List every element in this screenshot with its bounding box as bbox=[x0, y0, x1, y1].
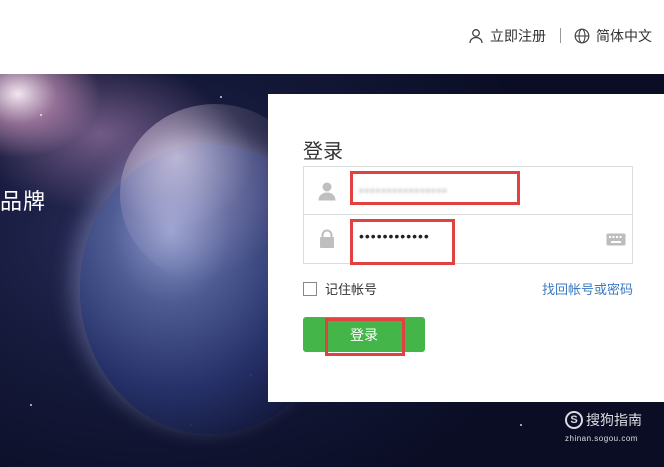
keyboard-icon[interactable] bbox=[606, 233, 626, 246]
login-button-highlight-box bbox=[325, 318, 405, 356]
globe-icon bbox=[574, 28, 590, 44]
password-highlight-box bbox=[350, 219, 455, 265]
watermark: S 搜狗指南 zhinan.sogou.com bbox=[565, 410, 642, 443]
register-link[interactable]: 立即注册 bbox=[468, 26, 546, 46]
login-panel: 登录 •••••••••••••••• •••••••••••• 记住帐号 找回… bbox=[268, 94, 664, 402]
header-divider bbox=[560, 28, 561, 43]
remember-account[interactable]: 记住帐号 bbox=[303, 279, 377, 298]
remember-label: 记住帐号 bbox=[325, 282, 378, 297]
language-label: 简体中文 bbox=[596, 28, 652, 44]
username-highlight-box bbox=[350, 171, 520, 205]
login-title: 登录 bbox=[303, 141, 343, 163]
watermark-brand: 搜狗指南 bbox=[586, 412, 642, 428]
user-icon bbox=[469, 29, 483, 44]
user-icon bbox=[318, 182, 336, 201]
top-bar: 立即注册 简体中文 bbox=[0, 0, 664, 74]
register-label: 立即注册 bbox=[490, 28, 546, 44]
banner-text: 品牌 bbox=[0, 189, 47, 214]
watermark-url: zhinan.sogou.com bbox=[565, 434, 638, 443]
lock-icon bbox=[320, 229, 334, 248]
sogou-logo-icon: S bbox=[565, 411, 583, 429]
remember-checkbox[interactable] bbox=[303, 281, 317, 296]
language-selector[interactable]: 简体中文 bbox=[574, 26, 652, 46]
forgot-link[interactable]: 找回帐号或密码 bbox=[542, 279, 633, 298]
